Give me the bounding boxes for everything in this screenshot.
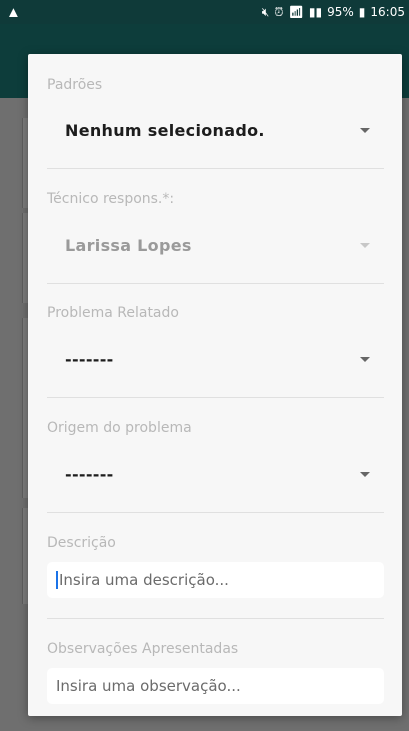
problema-label: Problema Relatado <box>47 305 179 321</box>
descricao-input[interactable]: Insira uma descrição... <box>47 562 384 598</box>
divider <box>47 618 384 619</box>
battery-icon: ▮ <box>358 5 366 19</box>
warning-icon: ▲ <box>6 3 21 21</box>
divider <box>47 168 384 169</box>
observacoes-placeholder: Insira uma observação... <box>56 677 241 695</box>
status-bar: ▲ 🔇︎ ⏰︎ 📶︎ ▮▮ 95% ▮ 16:05 <box>0 0 409 24</box>
divider <box>47 512 384 513</box>
observacoes-label: Observações Apresentadas <box>47 641 239 657</box>
tecnico-dropdown[interactable]: Larissa Lopes <box>47 224 384 268</box>
wifi-icon: 📶︎ <box>288 5 304 19</box>
tecnico-label: Técnico respons.*: <box>47 191 175 207</box>
chevron-down-icon <box>360 243 370 248</box>
signal-icon: ▮▮ <box>308 5 323 19</box>
descricao-placeholder: Insira uma descrição... <box>59 571 229 589</box>
origem-value: ------- <box>65 465 114 484</box>
alarm-icon: ⏰︎ <box>274 4 284 19</box>
chevron-down-icon <box>360 472 370 477</box>
padroes-dropdown[interactable]: Nenhum selecionado. <box>47 109 384 153</box>
problema-dropdown[interactable]: ------- <box>47 338 384 382</box>
observacoes-input[interactable]: Insira uma observação... <box>47 668 384 704</box>
clock: 16:05 <box>370 5 405 19</box>
origem-label: Origem do problema <box>47 420 192 436</box>
descricao-label: Descrição <box>47 535 116 551</box>
problema-value: ------- <box>65 350 114 369</box>
status-icons: 🔇︎ ⏰︎ 📶︎ ▮▮ 95% ▮ 16:05 <box>262 5 405 20</box>
tecnico-value: Larissa Lopes <box>65 236 192 255</box>
form-dialog: Padrões Nenhum selecionado. Técnico resp… <box>28 54 402 716</box>
origem-dropdown[interactable]: ------- <box>47 453 384 497</box>
battery-level: 95% <box>327 5 354 19</box>
divider <box>47 397 384 398</box>
padroes-value: Nenhum selecionado. <box>65 121 265 140</box>
padroes-label: Padrões <box>47 77 103 93</box>
mute-icon: 🔇︎ <box>261 4 270 19</box>
divider <box>47 283 384 284</box>
text-cursor <box>56 571 58 589</box>
chevron-down-icon <box>360 128 370 133</box>
chevron-down-icon <box>360 357 370 362</box>
